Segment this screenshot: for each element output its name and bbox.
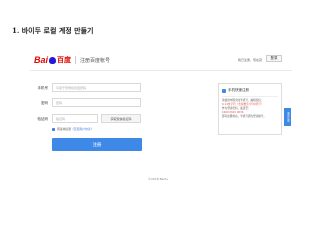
logo-divider xyxy=(75,56,77,64)
panel-line-5: 即可注册成功，手机号即为登录帐号。 xyxy=(222,114,267,118)
register-page-title: 注册百度帐号 xyxy=(80,57,111,64)
panel-divider xyxy=(222,96,278,97)
header-divider xyxy=(30,70,292,71)
feedback-tab[interactable]: 意见反馈 xyxy=(284,108,291,126)
agreement-row: 阅读并接受 《百度用户协议》 xyxy=(52,127,93,131)
logo-text-cn: 百度 xyxy=(57,56,72,64)
password-label: 密码 xyxy=(41,101,48,105)
agreement-text: 阅读并接受 xyxy=(57,127,71,131)
code-label: 验证码 xyxy=(37,117,49,121)
user-agreement-link[interactable]: 《百度用户协议》 xyxy=(71,127,93,131)
phone-label: 手机号 xyxy=(37,86,49,90)
code-input[interactable]: 验证码 xyxy=(52,114,98,123)
baidu-logo[interactable]: Bai 百度 注册百度帐号 xyxy=(34,55,110,65)
agreement-checkbox[interactable] xyxy=(52,127,55,131)
panel-title: 手机快速注册 xyxy=(228,88,249,92)
login-prompt: 我已注册，现在就 xyxy=(238,58,263,62)
paw-icon xyxy=(49,56,57,64)
sms-register-panel: 手机快速注册 请使用中国大陆手机号，编辑短信： 6-14位字符（支持数字/字母/… xyxy=(218,83,282,135)
register-button[interactable]: 注册 xyxy=(52,138,142,151)
phone-icon xyxy=(222,88,226,93)
get-sms-code-button[interactable]: 获取短信验证码 xyxy=(101,114,141,123)
login-button[interactable]: 登录 xyxy=(266,55,282,62)
logo-text-bai: Bai xyxy=(34,55,49,65)
password-input[interactable]: 密码 xyxy=(52,98,141,107)
page-heading: 1. 바이두 로컬 계정 만들기 xyxy=(12,26,94,35)
phone-input[interactable]: 可用于登录和找回密码 xyxy=(52,83,141,92)
footer-copyright: ©2018 Baidu xyxy=(148,177,169,181)
